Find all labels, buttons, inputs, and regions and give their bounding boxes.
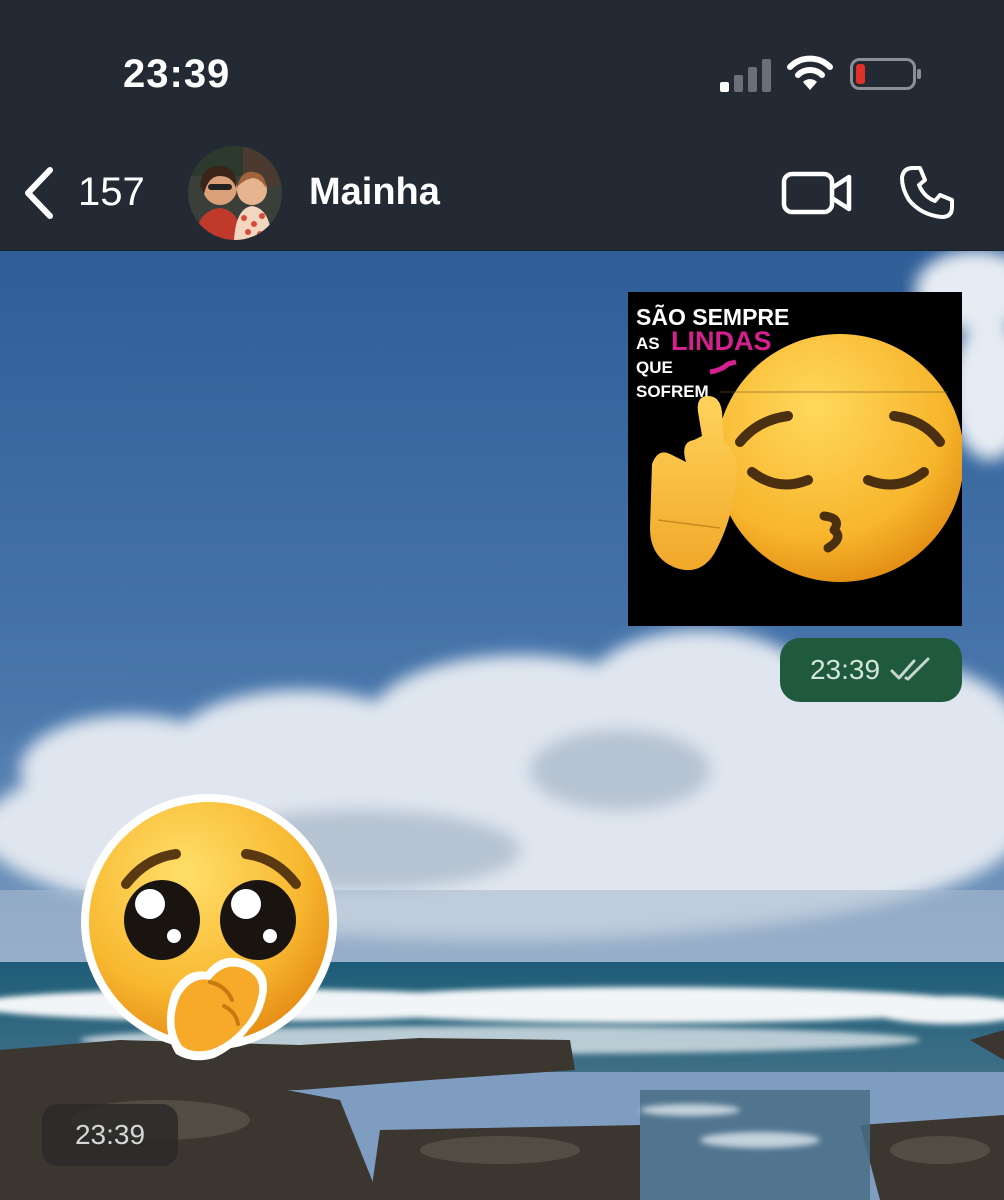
chat-header: 23:39 157 Mainha bbox=[0, 0, 1004, 251]
phone-icon[interactable] bbox=[898, 164, 956, 222]
unread-count[interactable]: 157 bbox=[78, 170, 145, 215]
chevron-left-icon bbox=[25, 167, 53, 219]
low-battery-icon bbox=[850, 58, 921, 90]
contact-name[interactable]: Mainha bbox=[309, 171, 440, 214]
message-time: 23:39 bbox=[809, 654, 881, 685]
video-camera-icon[interactable] bbox=[781, 167, 853, 219]
double-check-icon bbox=[890, 657, 930, 681]
chat-area[interactable]: SÃO SEMPRE AS LINDAS QUE SOFREM 23:39 23… bbox=[0, 250, 1004, 1200]
cell-signal-icon bbox=[720, 59, 771, 92]
pensive-kiss-emoji-icon bbox=[650, 334, 962, 582]
incoming-message-time: 23:39 bbox=[42, 1104, 178, 1166]
outgoing-sticker[interactable]: SÃO SEMPRE AS LINDAS QUE SOFREM bbox=[628, 292, 962, 626]
pleading-face-icon[interactable] bbox=[76, 792, 344, 1062]
avatar[interactable] bbox=[188, 146, 282, 240]
back-button[interactable] bbox=[22, 164, 62, 222]
status-time: 23:39 bbox=[123, 52, 231, 96]
outgoing-message-time: 23:39 bbox=[780, 638, 962, 702]
wifi-icon bbox=[787, 55, 833, 90]
